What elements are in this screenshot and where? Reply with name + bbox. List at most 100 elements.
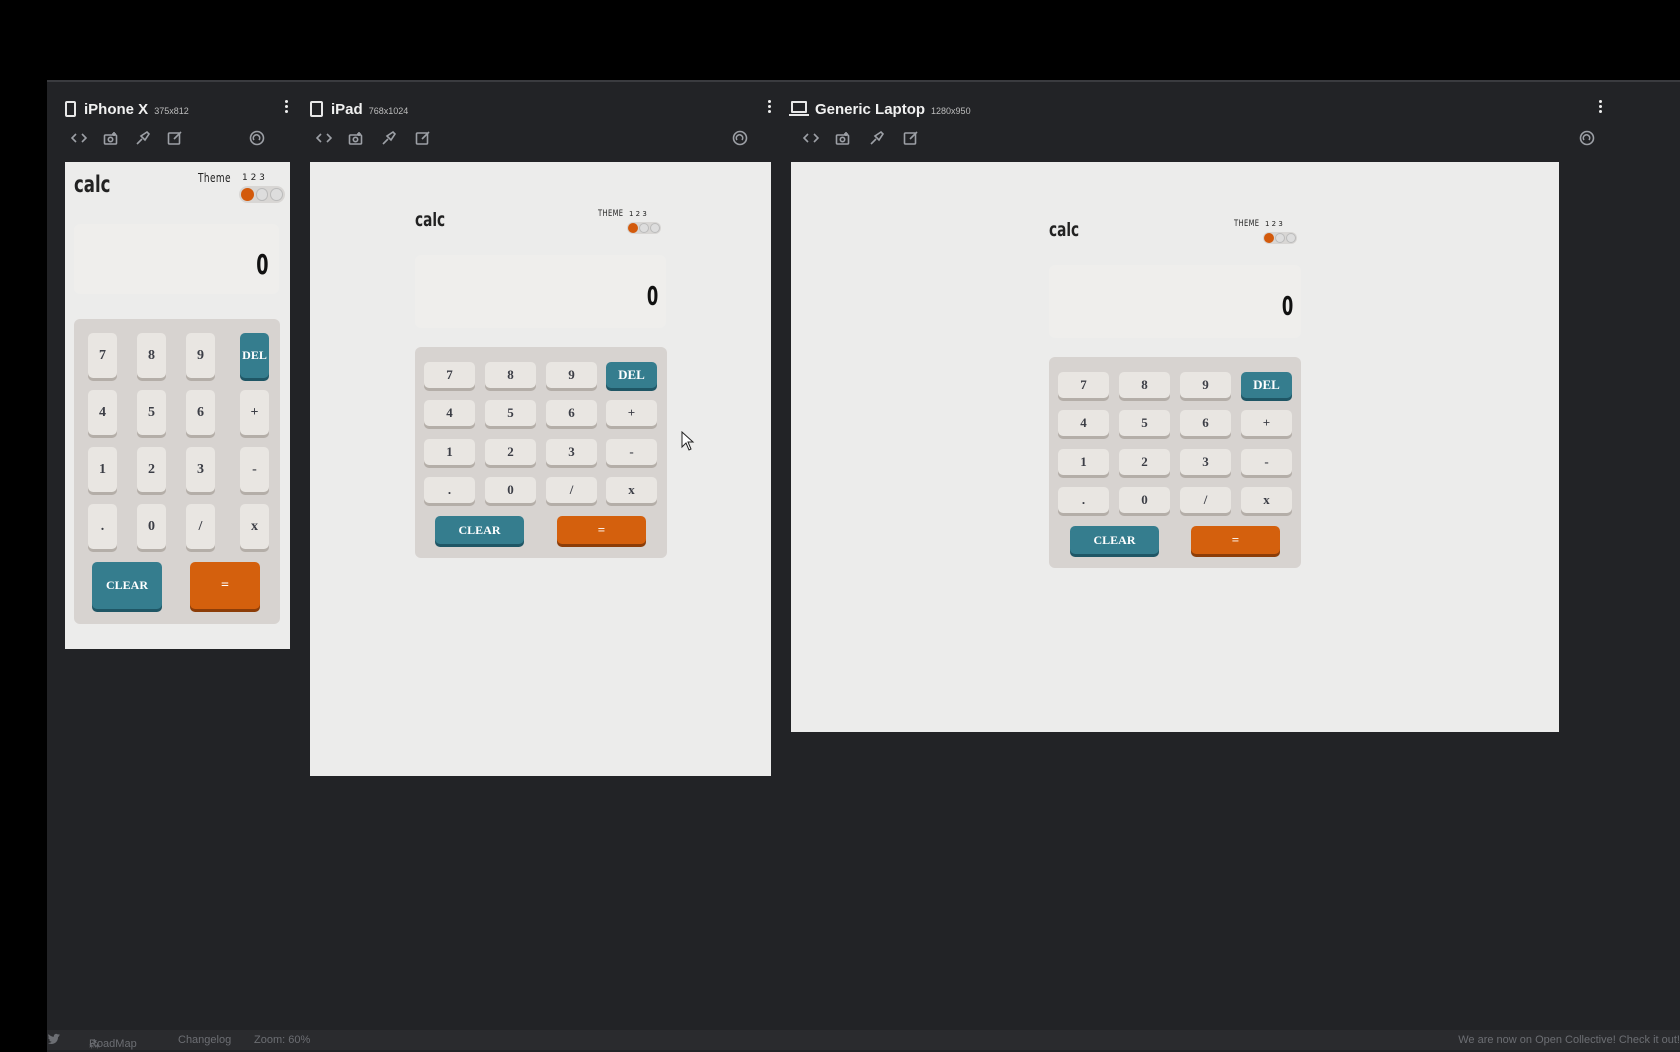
screenshot-icon[interactable]	[346, 130, 366, 150]
key-1[interactable]: 1	[1058, 449, 1109, 475]
theme-toggle[interactable]	[627, 222, 661, 234]
device-name: iPad	[331, 100, 363, 118]
key-8[interactable]: 8	[485, 362, 536, 388]
clear-button[interactable]: CLEAR	[92, 562, 162, 609]
key-multiply[interactable]: x	[1241, 487, 1292, 513]
key-del[interactable]: DEL	[606, 362, 657, 388]
theme-3-dot[interactable]	[1286, 233, 1296, 243]
clear-button[interactable]: CLEAR	[435, 516, 524, 544]
key-7[interactable]: 7	[88, 333, 117, 378]
key-3[interactable]: 3	[546, 439, 597, 465]
edit-icon[interactable]	[413, 130, 433, 150]
key-3[interactable]: 3	[186, 447, 215, 492]
theme-1-dot[interactable]	[1264, 233, 1274, 243]
theme-2-dot[interactable]	[255, 188, 269, 201]
device-toolbar	[310, 126, 772, 156]
theme-1-dot[interactable]	[241, 188, 254, 201]
more-options-icon[interactable]	[285, 100, 289, 115]
key-0[interactable]: 0	[137, 504, 166, 549]
screenshot-icon[interactable]	[101, 130, 121, 150]
device-viewport: calc Theme 1 2 3 0 7 8 9 DEL 4 5 6 + 1 2…	[65, 162, 290, 649]
edit-icon[interactable]	[901, 130, 921, 150]
edit-icon[interactable]	[165, 130, 185, 150]
more-options-icon[interactable]	[1599, 100, 1603, 115]
clear-button[interactable]: CLEAR	[1070, 526, 1159, 554]
theme-toggle[interactable]	[1263, 232, 1297, 244]
screenshot-icon[interactable]	[833, 130, 853, 150]
key-divide[interactable]: /	[546, 477, 597, 503]
key-4[interactable]: 4	[424, 400, 475, 426]
key-6[interactable]: 6	[546, 400, 597, 426]
more-options-icon[interactable]	[768, 100, 772, 115]
key-6[interactable]: 6	[1180, 410, 1231, 436]
key-2[interactable]: 2	[485, 439, 536, 465]
key-minus[interactable]: -	[606, 439, 657, 465]
key-4[interactable]: 4	[88, 390, 117, 435]
theme-2-dot[interactable]	[639, 223, 649, 233]
key-7[interactable]: 7	[424, 362, 475, 388]
key-plus[interactable]: +	[606, 400, 657, 426]
device-name: Generic Laptop	[815, 100, 926, 118]
equals-button[interactable]: =	[1191, 526, 1280, 554]
device-viewport: calc THEME 1 2 3 0 7 8 9 DEL 4 5 6 + 1 2…	[310, 162, 771, 776]
zoom-level[interactable]: Zoom: 60%	[254, 1034, 310, 1046]
rotate-icon[interactable]	[1577, 130, 1597, 150]
key-7[interactable]: 7	[1058, 372, 1109, 398]
key-0[interactable]: 0	[1119, 487, 1170, 513]
key-del[interactable]: DEL	[1241, 372, 1292, 398]
key-plus[interactable]: +	[240, 390, 269, 435]
inspect-icon[interactable]	[867, 130, 887, 150]
theme-1-dot[interactable]	[628, 223, 638, 233]
key-divide[interactable]: /	[1180, 487, 1231, 513]
key-2[interactable]: 2	[137, 447, 166, 492]
inspect-icon[interactable]	[379, 130, 399, 150]
rotate-icon[interactable]	[247, 130, 267, 150]
key-minus[interactable]: -	[1241, 449, 1292, 475]
key-divide[interactable]: /	[186, 504, 215, 549]
key-5[interactable]: 5	[1119, 410, 1170, 436]
code-icon[interactable]	[314, 130, 334, 150]
theme-3-dot[interactable]	[270, 188, 284, 201]
key-4[interactable]: 4	[1058, 410, 1109, 436]
key-9[interactable]: 9	[1180, 372, 1231, 398]
key-decimal[interactable]: .	[424, 477, 475, 503]
mouse-cursor-icon	[681, 431, 695, 451]
key-8[interactable]: 8	[137, 333, 166, 378]
key-1[interactable]: 1	[88, 447, 117, 492]
theme-3-dot[interactable]	[650, 223, 660, 233]
changelog-link[interactable]: Changelog	[178, 1034, 231, 1046]
theme-toggle[interactable]	[239, 186, 285, 203]
calculator-app: calc THEME 1 2 3 0 7 8 9 DEL 4 5 6 + 1 2…	[1049, 162, 1301, 582]
key-9[interactable]: 9	[546, 362, 597, 388]
equals-button[interactable]: =	[557, 516, 646, 544]
key-multiply[interactable]: x	[606, 477, 657, 503]
key-minus[interactable]: -	[240, 447, 269, 492]
announcement-link[interactable]: We are now on Open Collective! Check it …	[1458, 1034, 1680, 1046]
rotate-icon[interactable]	[730, 130, 750, 150]
code-icon[interactable]	[69, 130, 89, 150]
key-5[interactable]: 5	[485, 400, 536, 426]
key-9[interactable]: 9	[186, 333, 215, 378]
key-8[interactable]: 8	[1119, 372, 1170, 398]
key-2[interactable]: 2	[1119, 449, 1170, 475]
theme-2-dot[interactable]	[1275, 233, 1285, 243]
key-decimal[interactable]: .	[1058, 487, 1109, 513]
theme-label: THEME	[598, 209, 624, 219]
device-header: Generic Laptop 1280x950	[789, 94, 1606, 124]
key-0[interactable]: 0	[485, 477, 536, 503]
key-del[interactable]: DEL	[240, 333, 269, 378]
key-1[interactable]: 1	[424, 439, 475, 465]
inspect-icon[interactable]	[133, 130, 153, 150]
key-multiply[interactable]: x	[240, 504, 269, 549]
key-decimal[interactable]: .	[88, 504, 117, 549]
equals-button[interactable]: =	[190, 562, 260, 609]
key-5[interactable]: 5	[137, 390, 166, 435]
device-toolbar	[65, 126, 289, 156]
key-3[interactable]: 3	[1180, 449, 1231, 475]
key-6[interactable]: 6	[186, 390, 215, 435]
key-plus[interactable]: +	[1241, 410, 1292, 436]
calculator-app: calc THEME 1 2 3 0 7 8 9 DEL 4 5 6 + 1 2…	[415, 162, 667, 562]
display-value: 0	[646, 282, 658, 312]
twitter-icon[interactable]	[47, 1033, 61, 1048]
code-icon[interactable]	[801, 130, 821, 150]
